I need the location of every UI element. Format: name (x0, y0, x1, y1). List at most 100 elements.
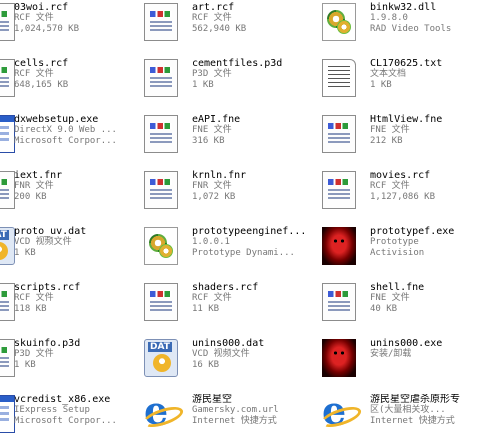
file-type: 1.0.0.1 (192, 237, 230, 247)
dat-media-icon (144, 339, 178, 377)
file-type: RCF 文件 (14, 69, 54, 79)
file-name: art.rcf (192, 2, 235, 13)
file-type: FNE 文件 (370, 293, 410, 303)
file-detail: Activision (370, 248, 425, 258)
generic-file-icon (0, 283, 15, 321)
file-name: scripts.rcf (14, 282, 81, 293)
file-name: prototypeenginef... (192, 226, 307, 237)
file-name: 游民星空 (192, 394, 232, 405)
file-name: eAPI.fne (192, 114, 241, 125)
file-detail: 1 KB (370, 80, 392, 90)
browser-shortcut-icon (144, 389, 178, 433)
file-text: krnln.fnr FNR 文件 1,072 KB (192, 170, 326, 203)
file-type: 区(大量相关攻... (370, 405, 446, 415)
file-type: RCF 文件 (370, 181, 410, 191)
file-text: unins000.dat VCD 视频文件 16 KB (192, 338, 326, 371)
file-detail: 40 KB (370, 304, 398, 314)
prototype-face-icon (322, 227, 356, 265)
file-detail: Microsoft Corpor... (14, 416, 117, 426)
generic-file-icon (144, 59, 178, 97)
file-name: 游民星空虐杀原形专 (370, 394, 460, 405)
file-name: krnln.fnr (192, 170, 247, 181)
file-detail: 1,127,086 KB (370, 192, 436, 202)
file-type: Prototype (370, 237, 419, 247)
file-text: shaders.rcf RCF 文件 11 KB (192, 282, 326, 315)
file-detail: RAD Video Tools (370, 24, 452, 34)
file-name: cementfiles.p3d (192, 58, 283, 69)
file-text: proto_uv.dat VCD 视频文件 1 KB (14, 226, 148, 259)
file-type: DirectX 9.0 Web ... (14, 125, 117, 135)
file-name: skuinfo.p3d (14, 338, 81, 349)
file-detail: Prototype Dynami... (192, 248, 295, 258)
file-detail: 212 KB (370, 136, 403, 146)
file-name: unins000.dat (192, 338, 265, 349)
file-detail: 1 KB (192, 80, 214, 90)
file-detail: 562,940 KB (192, 24, 247, 34)
generic-file-icon (0, 3, 15, 41)
file-text: CL170625.txt 文本文档 1 KB (370, 58, 484, 91)
file-text: scripts.rcf RCF 文件 118 KB (14, 282, 148, 315)
file-name: vcredist_x86.exe (14, 394, 111, 405)
file-type: RCF 文件 (14, 13, 54, 23)
file-type: RCF 文件 (192, 13, 232, 23)
generic-file-icon (322, 283, 356, 321)
file-text: 游民星空 Gamersky.com.url Internet 快捷方式 (192, 394, 326, 427)
file-detail: 1,072 KB (192, 192, 236, 202)
file-detail: 200 KB (14, 192, 47, 202)
file-text: shell.fne FNE 文件 40 KB (370, 282, 484, 315)
file-text: binkw32.dll 1.9.8.0 RAD Video Tools (370, 2, 484, 35)
exe-window-icon (0, 395, 15, 433)
file-type: FNR 文件 (14, 181, 54, 191)
file-detail: 16 KB (192, 360, 220, 370)
file-detail: Microsoft Corpor... (14, 136, 117, 146)
file-name: shaders.rcf (192, 282, 259, 293)
file-text: prototypef.exe Prototype Activision (370, 226, 484, 259)
generic-file-icon (322, 171, 356, 209)
file-text: prototypeenginef... 1.0.0.1 Prototype Dyna… (192, 226, 326, 259)
file-text: iext.fnr FNR 文件 200 KB (14, 170, 148, 203)
file-detail: 1 KB (14, 360, 36, 370)
file-text: unins000.exe 安装/卸载 (370, 338, 484, 360)
file-name: cells.rcf (14, 58, 69, 69)
file-text: eAPI.fne FNE 文件 316 KB (192, 114, 326, 147)
file-type: VCD 视频文件 (192, 349, 250, 359)
file-name: HtmlView.fne (370, 114, 443, 125)
file-text: dxwebsetup.exe DirectX 9.0 Web ... Microso… (14, 114, 148, 147)
file-detail: Internet 快捷方式 (192, 416, 277, 426)
file-type: RCF 文件 (192, 293, 232, 303)
file-name: proto_uv.dat (14, 226, 87, 237)
file-detail: 1,024,570 KB (14, 24, 80, 34)
file-type: FNE 文件 (370, 125, 410, 135)
file-type: P3D 文件 (192, 69, 232, 79)
file-name: movies.rcf (370, 170, 431, 181)
file-text: vcredist_x86.exe IExpress Setup Microsoft … (14, 394, 148, 427)
file-detail: 1 KB (14, 248, 36, 258)
file-type: 文本文档 (370, 69, 407, 79)
text-document-icon (322, 59, 356, 97)
dll-file-icon (144, 227, 178, 265)
generic-file-icon (0, 339, 15, 377)
file-name: binkw32.dll (370, 2, 437, 13)
file-type: VCD 视频文件 (14, 237, 72, 247)
file-text: skuinfo.p3d P3D 文件 1 KB (14, 338, 148, 371)
file-name: iext.fnr (14, 170, 63, 181)
file-name: dxwebsetup.exe (14, 114, 99, 125)
media-file-icon (0, 227, 15, 265)
file-text: HtmlView.fne FNE 文件 212 KB (370, 114, 484, 147)
generic-file-icon (144, 171, 178, 209)
file-type: 安装/卸载 (370, 349, 412, 359)
generic-file-icon (144, 115, 178, 153)
file-name: shell.fne (370, 282, 425, 293)
file-detail: 11 KB (192, 304, 220, 314)
file-name: unins000.exe (370, 338, 443, 349)
file-text: 03woi.rcf RCF 文件 1,024,570 KB (14, 2, 148, 35)
file-detail: Internet 快捷方式 (370, 416, 455, 426)
exe-window-icon (0, 115, 15, 153)
file-type: IExpress Setup (14, 405, 90, 415)
browser-shortcut-icon (322, 389, 356, 433)
generic-file-icon (322, 115, 356, 153)
file-type: P3D 文件 (14, 349, 54, 359)
generic-file-icon (0, 171, 15, 209)
file-type: FNE 文件 (192, 125, 232, 135)
generic-file-icon (144, 283, 178, 321)
